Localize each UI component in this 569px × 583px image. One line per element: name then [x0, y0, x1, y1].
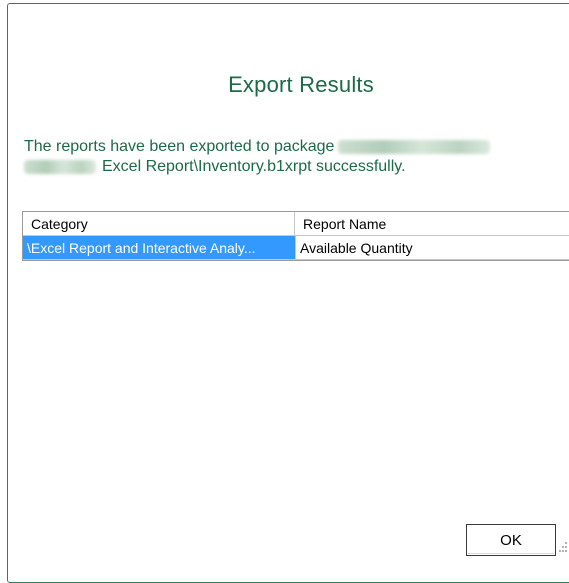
table-row[interactable]: \Excel Report and Interactive Analy... A… — [23, 236, 569, 260]
redacted-path-blur-2 — [24, 159, 96, 174]
message-prefix: The reports have been exported to packag… — [24, 138, 335, 155]
report-name-cell[interactable]: Available Quantity — [295, 236, 569, 260]
table-header: Category Report Name — [23, 212, 569, 236]
column-header-category[interactable]: Category — [23, 212, 296, 236]
ok-button[interactable]: OK — [466, 524, 556, 556]
column-header-report-name[interactable]: Report Name — [295, 212, 569, 236]
redacted-path-blur — [338, 139, 491, 154]
message-suffix: Excel Report\Inventory.b1xrpt successful… — [102, 158, 406, 175]
export-results-dialog: Export Results The reports have been exp… — [7, 3, 569, 583]
dialog-title: Export Results — [228, 72, 374, 97]
export-message: The reports have been exported to packag… — [24, 137, 569, 177]
results-table: Category Report Name \Excel Report and I… — [22, 211, 569, 261]
category-cell[interactable]: \Excel Report and Interactive Analy... — [23, 236, 296, 260]
resize-grip-icon[interactable] — [559, 542, 567, 552]
